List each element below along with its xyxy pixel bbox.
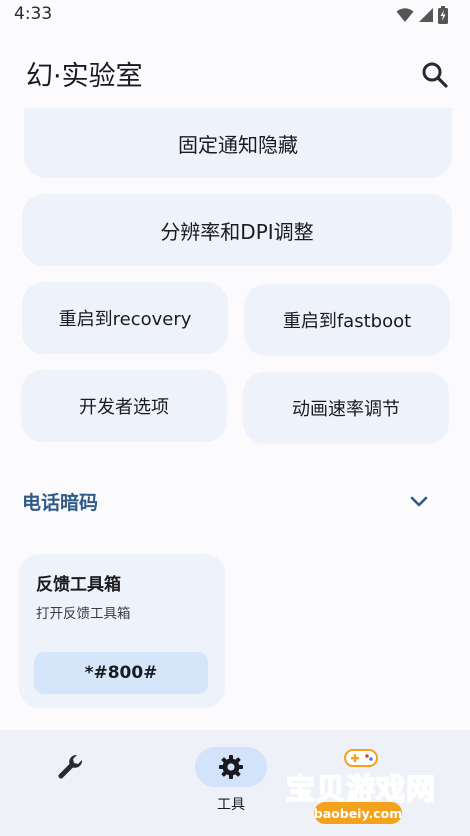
tile-animation-speed[interactable]: 动画速率调节: [243, 372, 449, 444]
tile-label: 固定通知隐藏: [178, 132, 298, 157]
chevron-down-icon[interactable]: [408, 490, 430, 512]
app-bar: 幻·实验室: [0, 40, 470, 104]
battery-icon: [438, 6, 448, 24]
code-chip[interactable]: *#800#: [34, 652, 208, 694]
tile-label: 动画速率调节: [292, 399, 400, 420]
status-time: 4:33: [14, 4, 53, 24]
nav-item-tools[interactable]: 工具: [195, 730, 267, 836]
nav-pill-active: [195, 747, 267, 787]
search-button[interactable]: [420, 60, 450, 90]
tile-reboot-recovery[interactable]: 重启到recovery: [22, 282, 228, 354]
nav-pill: [34, 747, 106, 787]
nav-label-tools: 工具: [217, 797, 245, 813]
section-header[interactable]: 电话暗码: [0, 478, 470, 524]
tile-reboot-fastboot[interactable]: 重启到fastboot: [244, 284, 450, 356]
gamepad-icon: [344, 749, 378, 767]
watermark-logo: 宝贝游戏网 baobeiy.com: [285, 746, 446, 830]
tile-resolution-dpi[interactable]: 分辨率和DPI调整: [22, 194, 452, 266]
tile-label: 开发者选项: [79, 397, 169, 418]
section-title: 电话暗码: [22, 492, 99, 514]
tile-developer-options[interactable]: 开发者选项: [21, 370, 227, 442]
tile-label: 分辨率和DPI调整: [160, 219, 314, 244]
tile-label: 重启到recovery: [58, 309, 192, 330]
gear-icon: [219, 755, 243, 779]
wifi-icon: [396, 8, 414, 22]
wrench-icon: [58, 754, 83, 779]
cell-signal-icon: [419, 8, 433, 22]
search-icon: [422, 62, 448, 88]
tile-hide-notification[interactable]: 固定通知隐藏: [24, 108, 452, 178]
code-card-subtitle: 打开反馈工具箱: [36, 606, 131, 622]
code-card-title: 反馈工具箱: [36, 575, 121, 595]
code-card[interactable]: 反馈工具箱 打开反馈工具箱 *#800#: [19, 554, 225, 708]
status-icons: [396, 6, 448, 24]
tile-label: 重启到fastboot: [282, 311, 412, 332]
app-title: 幻·实验室: [26, 61, 143, 92]
watermark-url: baobeiy.com: [314, 802, 402, 824]
code-chip-label: *#800#: [84, 663, 158, 683]
status-bar: 4:33: [0, 0, 470, 32]
screen: 4:33 幻·实验室 固定通知隐藏 分辨率和DPI调整 重启到recovery …: [0, 0, 470, 836]
nav-item-tools-list[interactable]: [34, 730, 106, 836]
